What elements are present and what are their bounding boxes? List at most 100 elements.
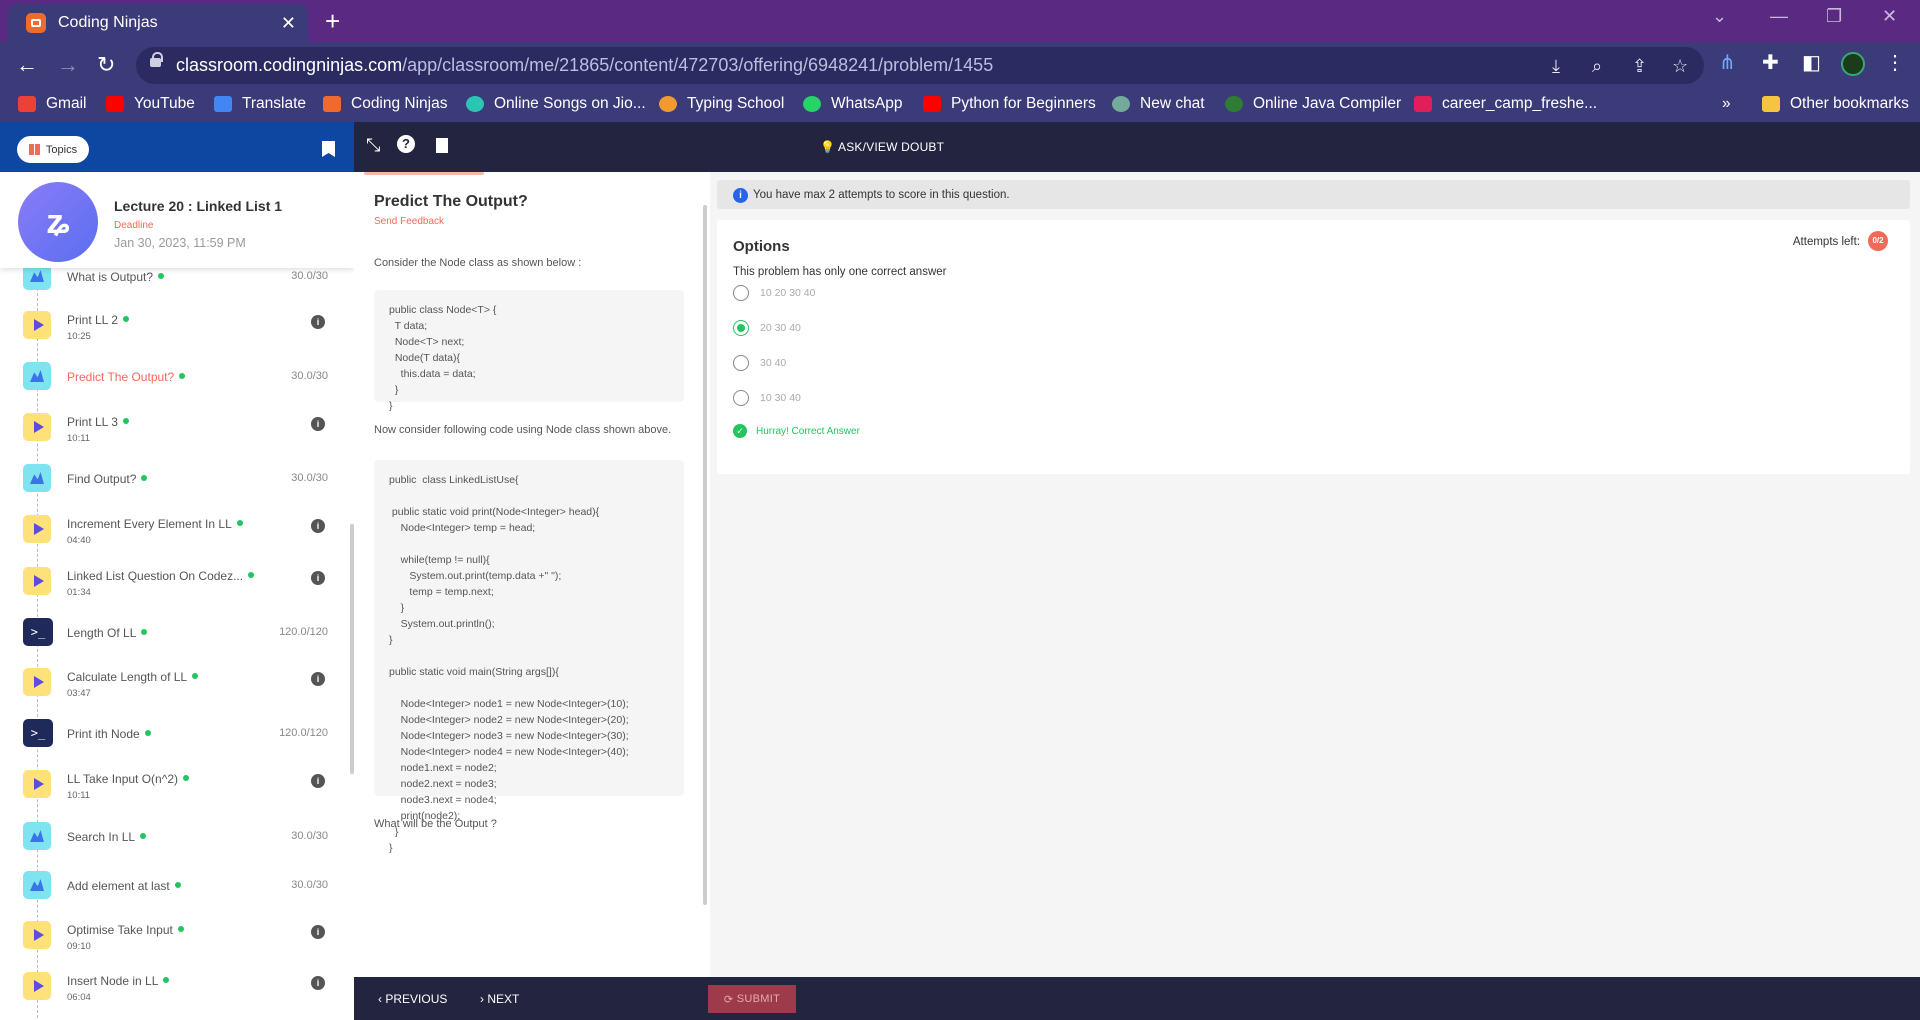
bookmark-java-compiler[interactable]: Online Java Compiler	[1225, 95, 1401, 113]
info-icon[interactable]: i	[311, 315, 325, 329]
attempts-notice: i You have max 2 attempts to score in th…	[717, 180, 1910, 209]
info-icon[interactable]: i	[311, 925, 325, 939]
browser-tab[interactable]: Coding Ninjas ✕	[8, 4, 308, 42]
sidebar-item[interactable]: LL Take Input O(n^2) 10:11 i	[0, 760, 344, 808]
info-icon[interactable]: i	[311, 672, 325, 686]
bookmark-typing-school[interactable]: Typing School	[659, 95, 784, 113]
info-icon[interactable]: i	[311, 774, 325, 788]
option-4[interactable]: 10 30 40	[733, 390, 801, 406]
bookmark-coding-ninjas[interactable]: Coding Ninjas	[323, 95, 448, 113]
more-bookmarks-icon[interactable]: »	[1722, 95, 1731, 113]
sidebar-item[interactable]: Increment Every Element In LL 04:40 i	[0, 505, 344, 553]
play-icon	[23, 515, 51, 543]
new-tab-icon[interactable]: +	[325, 6, 340, 37]
star-icon[interactable]: ☆	[1672, 56, 1688, 77]
item-name: Calculate Length of LL	[67, 670, 188, 684]
folder-icon	[1762, 96, 1780, 112]
sidebar-item[interactable]: Print LL 2 10:25 i	[0, 301, 344, 349]
bookmark-new-chat[interactable]: New chat	[1112, 95, 1205, 113]
close-tab-icon[interactable]: ✕	[281, 13, 296, 34]
bookmark-youtube[interactable]: YouTube	[106, 95, 195, 113]
sidebar-item[interactable]: Optimise Take Input 09:10 i	[0, 911, 344, 959]
problem-scrollbar[interactable]	[703, 205, 707, 905]
menu-icon[interactable]: ⋮	[1885, 50, 1905, 75]
radio-button[interactable]	[733, 285, 749, 301]
status-dot	[122, 418, 129, 424]
bookmark-other[interactable]: Other bookmarks	[1762, 95, 1909, 113]
next-button[interactable]: › NEXT	[480, 992, 519, 1006]
puzzle-icon[interactable]: ✚	[1762, 50, 1779, 75]
info-icon[interactable]: i	[311, 417, 325, 431]
help-icon[interactable]: ?	[397, 135, 415, 153]
item-name: What is Output?	[67, 270, 154, 284]
back-icon[interactable]: ←	[16, 52, 38, 78]
info-icon[interactable]: i	[311, 571, 325, 585]
install-icon[interactable]: ⤓	[1552, 56, 1560, 77]
reload-icon[interactable]: ↻	[97, 52, 115, 78]
answer-panel: i You have max 2 attempts to score in th…	[710, 172, 1920, 977]
bookmark-career-camp[interactable]: career_camp_freshe...	[1414, 95, 1597, 113]
play-icon	[23, 567, 51, 595]
ask-doubt-button[interactable]: 💡 ASK/VIEW DOUBT	[820, 140, 944, 154]
bookmark-gmail[interactable]: Gmail	[18, 95, 86, 113]
chatgpt-icon	[1112, 96, 1130, 112]
grid-icon	[28, 144, 40, 155]
translate-icon	[214, 96, 232, 112]
option-1[interactable]: 10 20 30 40	[733, 285, 815, 301]
info-icon[interactable]: i	[311, 976, 325, 990]
close-window-icon[interactable]: ✕	[1882, 6, 1897, 27]
bookmark-python[interactable]: Python for Beginners	[923, 95, 1096, 113]
restore-icon[interactable]: ❐	[1826, 6, 1842, 27]
tab-search-icon[interactable]: ⌄	[1712, 6, 1727, 27]
sidebar-item[interactable]: Find Output? 30.0/30	[0, 454, 344, 502]
profile-avatar[interactable]	[1841, 52, 1865, 76]
play-icon	[23, 972, 51, 1000]
minimize-icon[interactable]: —	[1770, 6, 1788, 27]
send-feedback-link[interactable]: Send Feedback	[374, 216, 444, 227]
sidebar-header: Topics	[0, 122, 354, 172]
radio-button[interactable]	[733, 355, 749, 371]
radio-button-selected[interactable]	[733, 320, 749, 336]
topics-button[interactable]: Topics	[17, 136, 89, 163]
item-score: 30.0/30	[291, 370, 328, 382]
terminal-icon: >_	[23, 618, 53, 646]
bookmark-translate[interactable]: Translate	[214, 95, 306, 113]
url-path: /app/classroom/me/21865/content/472703/o…	[402, 55, 994, 75]
sidebar-item-label: Increment Every Element In LL	[67, 517, 243, 531]
forward-icon[interactable]: →	[57, 52, 79, 78]
item-name: Print LL 2	[67, 313, 118, 327]
sidebar-item[interactable]: Insert Node in LL 06:04 i	[0, 962, 344, 1010]
option-3[interactable]: 30 40	[733, 355, 786, 371]
item-duration: 10:25	[67, 331, 91, 342]
deadline-label: Deadline	[114, 220, 154, 231]
sidebar-item[interactable]: >_ Print ith Node 120.0/120	[0, 709, 344, 757]
sidebar-item[interactable]: Calculate Length of LL 03:47 i	[0, 658, 344, 706]
info-icon[interactable]: i	[311, 519, 325, 533]
coding-ninjas-favicon-icon	[26, 13, 46, 33]
status-dot	[179, 373, 186, 379]
extension-icon[interactable]: ⋔	[1719, 50, 1736, 75]
option-2[interactable]: 20 30 40	[733, 320, 801, 336]
sidebar-item[interactable]: Print LL 3 10:11 i	[0, 403, 344, 451]
add-note-icon[interactable]	[436, 138, 448, 153]
sidebar-item[interactable]: Linked List Question On Codez... 01:34 i	[0, 557, 344, 605]
sidebar-item[interactable]: Add element at last 30.0/30	[0, 861, 344, 909]
previous-button[interactable]: ‹ PREVIOUS	[378, 992, 447, 1006]
address-bar[interactable]: classroom.codingninjas.com/app/classroom…	[136, 47, 1704, 84]
zoom-icon[interactable]: ⌕	[1592, 56, 1602, 77]
item-score: 30.0/30	[291, 879, 328, 891]
sidebar-item[interactable]: >_ Length Of LL 120.0/120	[0, 608, 344, 656]
lock-icon	[150, 52, 163, 67]
submit-button[interactable]: ⟳ SUBMIT	[708, 985, 796, 1013]
content-top-bar: ⤡ ? 💡 ASK/VIEW DOUBT	[354, 122, 1920, 172]
expand-icon[interactable]: ⤡	[366, 135, 380, 156]
sidebar-item[interactable]: Search In LL 30.0/30	[0, 812, 344, 860]
side-panel-icon[interactable]: ◧	[1802, 50, 1821, 75]
radio-button[interactable]	[733, 390, 749, 406]
share-icon[interactable]: ⇪	[1632, 56, 1647, 77]
bookmark-jiosaavn[interactable]: Online Songs on Jio...	[466, 95, 646, 113]
status-dot	[174, 882, 181, 888]
sidebar-item[interactable]: Predict The Output? 30.0/30	[0, 352, 344, 400]
status-dot	[192, 673, 199, 679]
bookmark-whatsapp[interactable]: WhatsApp	[803, 95, 903, 113]
